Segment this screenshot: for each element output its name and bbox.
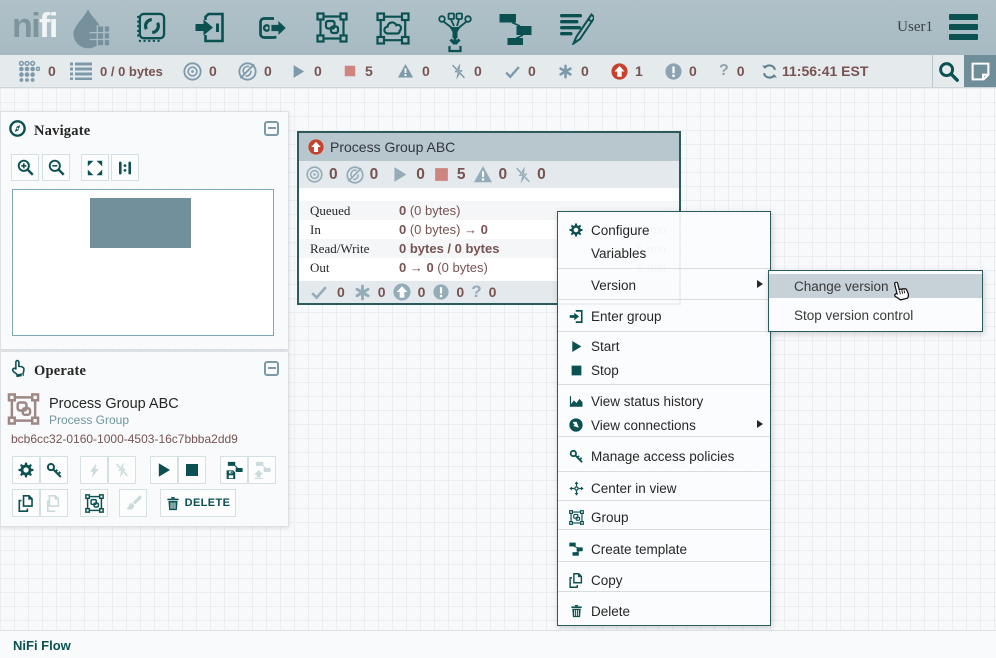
svg-text:ni: ni (12, 7, 39, 45)
svg-text:fi: fi (39, 7, 57, 45)
